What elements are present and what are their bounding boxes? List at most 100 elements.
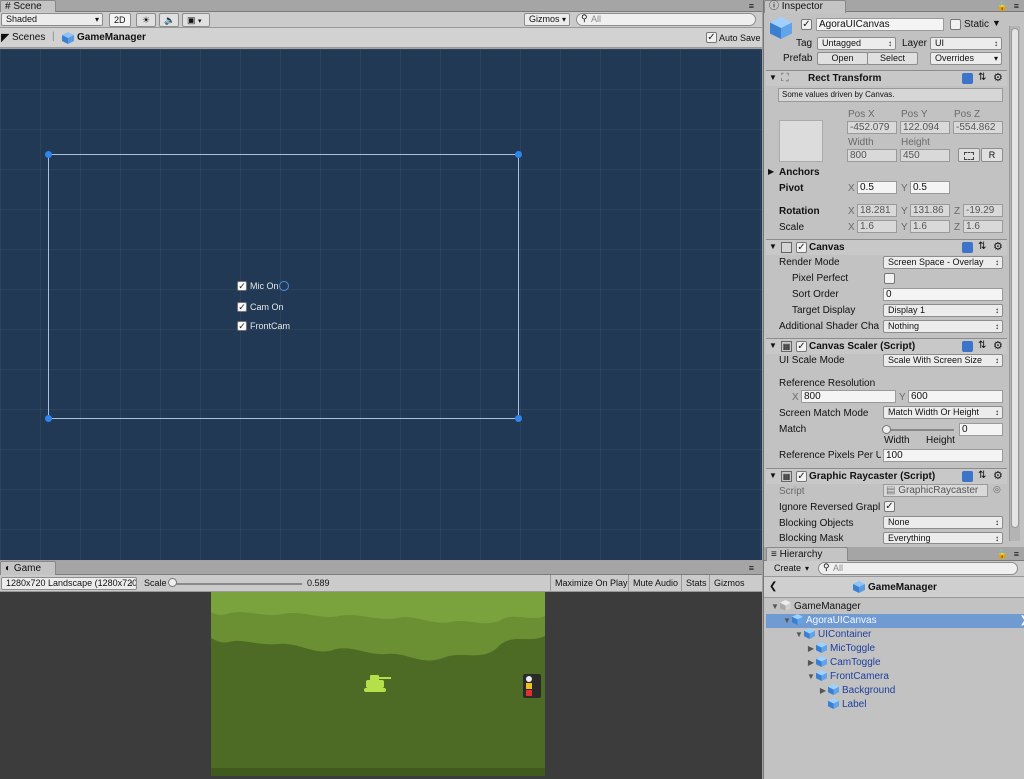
chevron-right-icon[interactable]: ❯	[1020, 614, 1024, 628]
hierarchy-item[interactable]: ▶ Background	[766, 684, 1024, 698]
hierarchy-item[interactable]: ▼ GameManager	[766, 600, 1024, 614]
gizmos-dropdown[interactable]: Gizmos	[524, 13, 570, 26]
canvas-enabled-checkbox[interactable]: ✓	[796, 242, 807, 253]
hierarchy-item[interactable]: ▼ UIContainer	[766, 628, 1024, 642]
game-gizmos-dropdown[interactable]: Gizmos	[709, 575, 770, 591]
scaler-help-icon[interactable]	[962, 341, 973, 352]
resolution-dropdown[interactable]: 1280x720 Landscape (1280x720	[1, 577, 137, 590]
reference-x-field[interactable]: 800	[801, 390, 896, 403]
sort-order-field[interactable]: 0	[883, 288, 1003, 301]
breadcrumb-scenes[interactable]: Scenes	[12, 32, 45, 43]
scaler-gear-icon[interactable]: ⚙	[993, 339, 1003, 352]
pivot-y-field[interactable]: 0.5	[910, 181, 950, 194]
inspector-menu-icon[interactable]: ≡	[1014, 0, 1019, 12]
raw-edit-button[interactable]: R	[981, 148, 1003, 162]
raycaster-help-icon[interactable]	[962, 471, 973, 482]
tab-game[interactable]: ◐ Game	[0, 561, 56, 576]
canvas-component-header[interactable]: ▼ ✓ Canvas ⇅ ⚙	[766, 239, 1007, 255]
rect-handle-br[interactable]	[515, 415, 522, 422]
match-value-field[interactable]: 0	[959, 423, 1003, 436]
canvas-presets-icon[interactable]: ⇅	[978, 241, 986, 252]
inspector-lock-icon[interactable]: 🔒	[997, 0, 1008, 12]
help-book-icon[interactable]	[962, 73, 973, 84]
graphic-raycaster-header[interactable]: ▼ ▦ ✓ Graphic Raycaster (Script) ⇅ ⚙	[766, 468, 1007, 484]
mute-audio-button[interactable]: Mute Audio	[628, 575, 682, 591]
foldout-collapsed-icon[interactable]: ▶	[818, 684, 828, 698]
prefab-overrides-dropdown[interactable]: Overrides	[930, 52, 1002, 65]
height-field[interactable]: 450	[900, 149, 950, 162]
object-name-field[interactable]: AgoraUICanvas	[816, 18, 944, 31]
pos-y-field[interactable]: 122.094	[900, 121, 950, 134]
foldout-collapsed-icon[interactable]: ▶	[806, 642, 816, 656]
game-viewport[interactable]	[0, 592, 762, 779]
raycaster-gear-icon[interactable]: ⚙	[993, 469, 1003, 482]
hierarchy-item[interactable]: Label	[766, 698, 1024, 712]
scaler-presets-icon[interactable]: ⇅	[978, 340, 986, 351]
tab-inspector[interactable]: ⓘ Inspector	[764, 0, 846, 13]
scale-slider-track[interactable]	[172, 583, 302, 585]
hierarchy-lock-icon[interactable]: 🔒	[997, 547, 1008, 561]
scene-search-box[interactable]: ⚲ All	[576, 13, 756, 26]
canvas-gear-icon[interactable]: ⚙	[993, 240, 1003, 253]
panel-menu-icon[interactable]: ≡	[749, 0, 754, 12]
auto-save-checkbox[interactable]: ✓	[706, 32, 717, 43]
stats-button[interactable]: Stats	[681, 575, 711, 591]
pixel-perfect-checkbox[interactable]	[884, 273, 895, 284]
hierarchy-create-dropdown[interactable]: Create	[770, 563, 812, 576]
script-object-field[interactable]: ▤ GraphicRaycaster	[883, 484, 988, 497]
hierarchy-menu-icon[interactable]: ≡	[1014, 547, 1019, 561]
foldout-expanded-icon[interactable]: ▼	[794, 628, 804, 642]
rot-z-field[interactable]: -19.29	[963, 204, 1003, 217]
canvas-scaler-header[interactable]: ▼ ▦ ✓ Canvas Scaler (Script) ⇅ ⚙	[766, 338, 1007, 354]
raycaster-enabled-checkbox[interactable]: ✓	[796, 471, 807, 482]
match-slider-thumb[interactable]	[882, 425, 891, 434]
scene-viewport[interactable]: ✓ Mic On ✓ Cam On ✓ FrontCam	[0, 49, 762, 560]
raycaster-presets-icon[interactable]: ⇅	[978, 470, 986, 481]
canvas-help-icon[interactable]	[962, 242, 973, 253]
game-panel-menu-icon[interactable]: ≡	[749, 561, 754, 575]
pivot-x-field[interactable]: 0.5	[857, 181, 897, 194]
effects-toggle[interactable]: ▣ ▾	[182, 13, 210, 27]
back-chevron-icon[interactable]: ❮	[769, 581, 777, 592]
mode-2d-button[interactable]: 2D	[109, 13, 131, 27]
pos-x-field[interactable]: -452.079	[847, 121, 897, 134]
gameobject-active-checkbox[interactable]: ✓	[801, 19, 812, 30]
width-field[interactable]: 800	[847, 149, 897, 162]
anchors-label[interactable]: Anchors	[779, 167, 820, 178]
reference-pixels-field[interactable]: 100	[883, 449, 1003, 462]
hierarchy-item[interactable]: ▼ FrontCamera	[766, 670, 1024, 684]
prefab-select-button[interactable]: Select	[867, 52, 918, 65]
blocking-mask-dropdown[interactable]: Everything	[883, 532, 1003, 544]
foldout-expanded-icon[interactable]: ▼	[806, 670, 816, 684]
shading-mode-dropdown[interactable]: Shaded	[1, 13, 103, 26]
audio-toggle[interactable]: 🔈	[159, 13, 179, 27]
scale-y-field[interactable]: 1.6	[910, 220, 950, 233]
foldout-expanded-icon[interactable]: ▼	[782, 614, 792, 628]
rot-x-field[interactable]: 18.281	[857, 204, 897, 217]
breadcrumb-gamemanager[interactable]: GameManager	[77, 32, 146, 43]
inspector-scrollbar[interactable]	[1009, 26, 1020, 541]
hierarchy-item[interactable]: ▶ MicToggle	[766, 642, 1024, 656]
shader-channels-dropdown[interactable]: Nothing	[883, 320, 1003, 333]
canvas-scaler-enabled-checkbox[interactable]: ✓	[796, 341, 807, 352]
maximize-on-play-button[interactable]: Maximize On Play	[550, 575, 632, 591]
hierarchy-item[interactable]: ▶ CamToggle	[766, 656, 1024, 670]
presets-sliders-icon[interactable]: ⇅	[978, 72, 986, 83]
rect-transform-header[interactable]: ▼ ⛶ Rect Transform ⇅ ⚙	[766, 70, 1007, 86]
render-mode-dropdown[interactable]: Screen Space - Overlay	[883, 256, 1003, 269]
mic-toggle-checkbox[interactable]: ✓	[237, 281, 247, 291]
cam-toggle-checkbox[interactable]: ✓	[237, 302, 247, 312]
tag-dropdown[interactable]: Untagged	[817, 37, 896, 50]
ignore-reversed-checkbox[interactable]: ✓	[884, 501, 895, 512]
match-slider-track[interactable]	[886, 429, 954, 431]
anchor-preset-box[interactable]	[779, 120, 823, 162]
rect-handle-tl[interactable]	[45, 151, 52, 158]
object-picker-icon[interactable]: ◎	[993, 484, 1001, 495]
pos-z-field[interactable]: -554.862	[953, 121, 1003, 134]
scale-x-field[interactable]: 1.6	[857, 220, 897, 233]
rect-handle-tr[interactable]	[515, 151, 522, 158]
foldout-collapsed-icon[interactable]: ▶	[806, 656, 816, 670]
screen-match-mode-dropdown[interactable]: Match Width Or Height	[883, 406, 1003, 419]
tab-hierarchy[interactable]: ≡ Hierarchy	[766, 547, 848, 562]
prefab-open-button[interactable]: Open	[817, 52, 868, 65]
